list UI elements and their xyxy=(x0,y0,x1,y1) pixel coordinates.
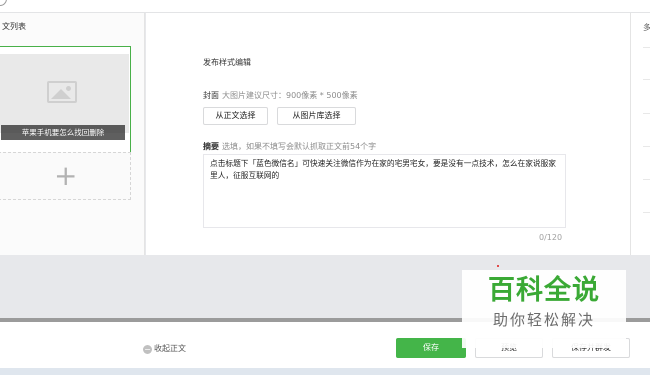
watermark-subtitle: 助你轻松解决 xyxy=(492,311,595,329)
select-from-library-button[interactable]: 从图片库选择 xyxy=(277,107,356,125)
fold-body-link[interactable]: − 收起正文 xyxy=(143,343,186,354)
footer-strip xyxy=(0,368,650,375)
article-caption: 苹果手机要怎么找回删除 xyxy=(1,125,125,140)
abstract-row: 摘要 选填，如果不填写会默认抓取正文前54个字 xyxy=(203,141,376,152)
decorative-mark xyxy=(497,265,499,267)
abstract-hint: 选填，如果不填写会默认抓取正文前54个字 xyxy=(222,142,377,151)
fold-body-label: 收起正文 xyxy=(154,344,186,353)
article-card-selected[interactable]: 苹果手机要怎么找回删除 xyxy=(0,46,131,153)
save-button[interactable]: 保存 xyxy=(396,338,466,358)
circle-icon[interactable] xyxy=(0,0,7,6)
editor-panel: 发布样式编辑 封面 大图片建议尺寸：900像素 * 500像素 从正文选择 从图片… xyxy=(146,13,630,255)
top-bar xyxy=(0,0,650,13)
character-counter: 0/120 xyxy=(539,233,563,242)
plus-icon: + xyxy=(54,159,78,192)
watermark-logo: 百科全说 助你轻松解决 xyxy=(462,270,626,348)
divider xyxy=(643,212,650,213)
article-list-panel: 文列表 苹果手机要怎么找回删除 + xyxy=(0,13,145,255)
image-placeholder-icon xyxy=(47,81,77,103)
watermark-title: 百科全说 xyxy=(488,275,600,306)
right-panel-title: 多 xyxy=(643,23,650,32)
divider xyxy=(643,179,650,180)
select-from-body-button[interactable]: 从正文选择 xyxy=(203,107,268,125)
divider xyxy=(643,79,650,80)
cover-label: 封面 xyxy=(203,91,219,100)
cover-row: 封面 大图片建议尺寸：900像素 * 500像素 xyxy=(203,90,358,101)
right-panel: 多 xyxy=(630,13,650,255)
collapse-icon: − xyxy=(143,345,152,354)
divider xyxy=(643,146,650,147)
section-title: 发布样式编辑 xyxy=(203,58,251,67)
abstract-label: 摘要 xyxy=(203,142,219,151)
divider xyxy=(643,47,650,48)
cover-thumbnail: 苹果手机要怎么找回删除 xyxy=(0,54,129,140)
add-article-button[interactable]: + xyxy=(0,152,131,200)
cover-hint: 大图片建议尺寸：900像素 * 500像素 xyxy=(222,91,358,100)
abstract-textarea[interactable]: 点击标题下「蓝色微信名」可快速关注微信作为在家的宅男宅女，要是没有一点技术，怎么… xyxy=(203,154,566,228)
article-list-title: 文列表 xyxy=(2,22,26,31)
divider xyxy=(643,113,650,114)
